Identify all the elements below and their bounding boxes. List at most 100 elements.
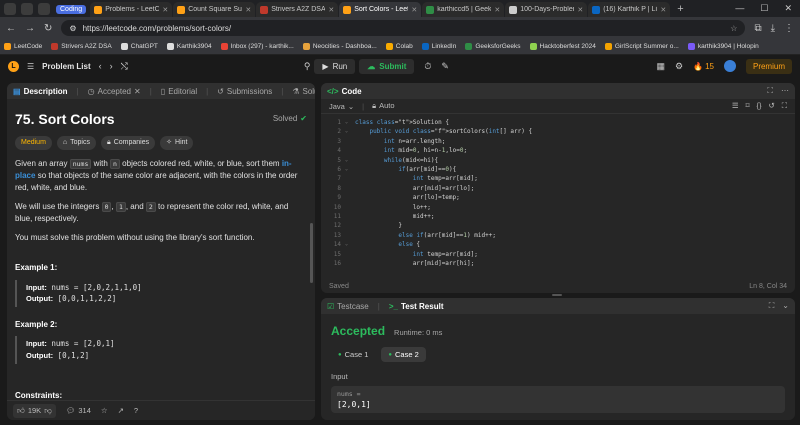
streak-counter[interactable]: 🔥 15	[693, 62, 714, 71]
browser-profile-icon[interactable]	[4, 3, 16, 15]
hint-tag[interactable]: ✧ Hint	[160, 136, 194, 151]
fold-arrow-icon[interactable]	[345, 184, 355, 193]
panel-menu-icon[interactable]: ⋯	[781, 86, 789, 96]
settings-icon[interactable]: ⚙	[675, 61, 683, 72]
code-line[interactable]: }	[355, 221, 532, 230]
fold-arrow-icon[interactable]	[345, 259, 355, 268]
problem-list-link[interactable]: Problem List	[42, 62, 90, 71]
reset-icon[interactable]: ↺	[768, 101, 774, 111]
code-lines[interactable]: class class="t">Solution { public void c…	[355, 118, 532, 269]
fold-arrow-icon[interactable]	[345, 137, 355, 146]
case-2-tab[interactable]: ● Case 2	[381, 347, 426, 362]
bookmark-item[interactable]: LeetCode	[4, 43, 42, 50]
next-problem-icon[interactable]: ›	[110, 61, 113, 71]
code-line[interactable]: while(mid<=hi){	[355, 156, 532, 165]
premium-button[interactable]: Premium	[745, 58, 792, 74]
back-icon[interactable]: ←	[6, 23, 16, 34]
downloads-icon[interactable]: ⤓	[771, 23, 775, 34]
code-line[interactable]: class class="t">Solution {	[355, 118, 532, 127]
code-line[interactable]: int temp=arr[mid];	[355, 174, 532, 183]
tab-submissions[interactable]: ↺ Submissions	[217, 87, 272, 96]
site-info-icon[interactable]: ⚙	[69, 24, 76, 33]
code-line[interactable]: public void class="f">sortColors(int[] a…	[355, 127, 532, 136]
browser-tab-search-icon[interactable]	[21, 3, 33, 15]
maximize-icon[interactable]: ⛶	[782, 101, 787, 111]
fold-arrow-icon[interactable]: ⌄	[345, 165, 355, 174]
bookmark-item[interactable]: Hacktoberfest 2024	[529, 43, 596, 50]
extensions-icon[interactable]: ⧉	[754, 23, 761, 34]
notes-icon[interactable]: ☰	[732, 101, 739, 111]
close-tab-icon[interactable]: ✕	[494, 6, 500, 14]
maximize-panel-icon[interactable]: ⛶	[767, 86, 773, 96]
browser-tab[interactable]: Sort Colors - Leet ✕	[339, 2, 422, 17]
bookmark-item[interactable]: GirlScript Summer o...	[604, 43, 679, 50]
bookmark-item[interactable]: Colab	[385, 43, 413, 50]
forward-icon[interactable]: →	[25, 23, 35, 34]
topics-tag[interactable]: ⌂ Topics	[56, 136, 96, 151]
tab-accepted[interactable]: ◷ Accepted ✕	[88, 87, 141, 96]
code-line[interactable]: else if(arr[mid]==1) mid++;	[355, 231, 532, 240]
fold-arrow-icon[interactable]: ⌄	[345, 127, 355, 136]
timer-icon[interactable]: ⏱	[424, 61, 431, 72]
case-1-tab[interactable]: ● Case 1	[331, 347, 375, 362]
code-line[interactable]: arr[mid]=arr[lo];	[355, 184, 532, 193]
maximize-panel-icon[interactable]: ⛶	[769, 301, 775, 311]
run-button[interactable]: ▶ Run	[314, 58, 356, 74]
browser-menu-icon[interactable]: ⋮	[784, 23, 794, 34]
bookmark-item[interactable]: LinkedIn	[421, 43, 456, 50]
browser-workspace-icon[interactable]	[38, 3, 50, 15]
collapse-panel-icon[interactable]: ⌄	[782, 301, 789, 311]
code-line[interactable]: arr[lo]=temp;	[355, 193, 532, 202]
layout-icon[interactable]: ▦	[657, 61, 666, 72]
shuffle-icon[interactable]: ⤭	[121, 61, 128, 72]
code-line[interactable]: int n=arr.length;	[355, 137, 532, 146]
fold-arrow-icon[interactable]: ⌄	[345, 156, 355, 165]
close-tab-icon[interactable]: ✕	[411, 6, 417, 14]
tab-code[interactable]: </> Code	[327, 87, 362, 96]
bookmark-item[interactable]: Inbox (297) - karthik...	[220, 43, 294, 50]
browser-tab[interactable]: Count Square Sub ✕	[173, 2, 256, 17]
bookmark-item[interactable]: Strivers A2Z DSA	[51, 43, 112, 50]
companies-tag[interactable]: 🔒︎ Companies	[100, 136, 156, 151]
help-icon[interactable]: ?	[134, 406, 138, 415]
fold-arrow-icon[interactable]	[345, 146, 355, 155]
code-line[interactable]: else {	[355, 240, 532, 249]
browser-tab[interactable]: (16) Karthik P | Lin ✕	[588, 2, 671, 17]
comments-button[interactable]: 💬︎ 314	[66, 406, 91, 415]
language-select[interactable]: Java ⌄	[329, 102, 354, 111]
maximize-icon[interactable]: ☐	[760, 3, 768, 14]
new-tab-button[interactable]: +	[671, 3, 689, 17]
fold-arrow-icon[interactable]	[345, 231, 355, 240]
code-line[interactable]: arr[mid]=arr[hi];	[355, 259, 532, 268]
notes-icon[interactable]: ✎	[441, 61, 449, 72]
bookmark-icon[interactable]: ⌑	[746, 101, 750, 111]
bookmark-item[interactable]: Karthik3904	[166, 43, 212, 50]
reload-icon[interactable]: ↻	[44, 23, 52, 34]
fold-arrow-icon[interactable]	[345, 174, 355, 183]
bookmark-item[interactable]: ChatGPT	[120, 43, 158, 50]
like-button[interactable]: 👍︎ 19K 👎︎	[13, 403, 56, 418]
auto-mode-toggle[interactable]: 🔒︎ Auto	[372, 101, 394, 111]
fold-arrow-icon[interactable]: ⌄	[345, 118, 355, 127]
minimize-icon[interactable]: —	[735, 3, 744, 14]
bookmark-star-icon[interactable]: ☆	[730, 24, 737, 33]
close-tab-icon[interactable]: ✕	[577, 6, 583, 14]
tab-group-label[interactable]: Coding	[56, 5, 87, 14]
panel-resize-handle[interactable]	[552, 294, 562, 296]
share-icon[interactable]: ↗	[118, 406, 124, 415]
debug-icon[interactable]: ⚲	[304, 61, 311, 72]
close-tab-icon[interactable]: ✕	[660, 6, 666, 14]
close-tab-icon[interactable]: ✕	[328, 6, 334, 14]
url-bar[interactable]: ⚙ https://leetcode.com/problems/sort-col…	[61, 20, 746, 36]
tab-editorial[interactable]: ▯ Editorial	[161, 87, 197, 96]
code-line[interactable]: int mid=0, hi=n-1,lo=0;	[355, 146, 532, 155]
fold-arrow-icon[interactable]	[345, 250, 355, 259]
fold-arrow-icon[interactable]: ⌄	[345, 240, 355, 249]
braces-icon[interactable]: {}	[756, 101, 761, 111]
problem-list-icon[interactable]: ☰	[27, 62, 34, 71]
tab-test-result[interactable]: >_ Test Result	[389, 302, 444, 311]
description-scrollbar[interactable]	[310, 223, 313, 283]
tab-testcase[interactable]: ☑ Testcase	[327, 302, 369, 311]
code-line[interactable]: if(arr[mid]==0){	[355, 165, 532, 174]
submit-button[interactable]: ☁ Submit	[359, 58, 415, 74]
